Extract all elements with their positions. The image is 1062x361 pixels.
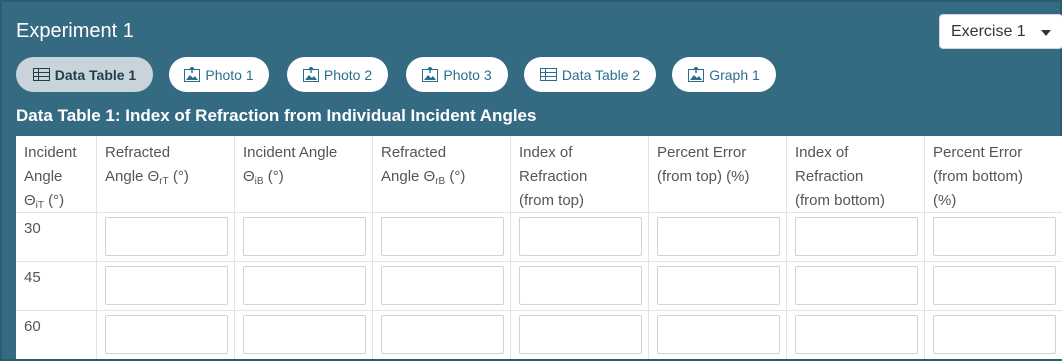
data-table: Incident Angle ΘiT (°) 30 45 60 Refracted Angle… bbox=[16, 136, 1062, 359]
header-line: Incident Angle bbox=[243, 144, 338, 161]
tab-photo-2[interactable]: Photo 2 bbox=[287, 57, 388, 92]
header-symbol-line: ΘiB (°) bbox=[243, 165, 364, 189]
theta-symbol: Θ bbox=[147, 168, 160, 185]
table-cell-input[interactable] bbox=[243, 217, 366, 256]
column-header: Incident Angle ΘiT (°) bbox=[16, 136, 96, 212]
header-symbol-line: Angle ΘrT (°) bbox=[105, 165, 226, 189]
theta-symbol: Θ bbox=[423, 168, 436, 185]
tab-photo-3[interactable]: Photo 3 bbox=[406, 57, 508, 92]
tab-graph-1[interactable]: Graph 1 bbox=[672, 57, 776, 92]
header-line: Percent Error bbox=[933, 144, 1023, 161]
header-line: Angle bbox=[24, 168, 63, 185]
header-prefix: Angle bbox=[381, 168, 424, 185]
tab-label: Photo 1 bbox=[205, 66, 254, 83]
table-cell-input[interactable] bbox=[381, 315, 504, 354]
column-header: Percent Error (from top) (%) bbox=[649, 136, 786, 212]
header-line: (from bottom) bbox=[933, 168, 1024, 185]
table-cell-input[interactable] bbox=[933, 217, 1056, 256]
table-cell-input[interactable] bbox=[933, 266, 1056, 305]
exercise-select-value: Exercise 1 bbox=[951, 22, 1026, 40]
table-cell-input[interactable] bbox=[381, 266, 504, 305]
table-icon bbox=[32, 68, 50, 81]
tab-label: Data Table 2 bbox=[561, 66, 641, 83]
photo-icon bbox=[688, 67, 705, 82]
column-header: Index of Refraction (from bottom) bbox=[787, 136, 924, 212]
header-line: Index of bbox=[519, 144, 573, 161]
header-unit: (°) bbox=[445, 168, 466, 185]
tab-data-table-2[interactable]: Data Table 2 bbox=[524, 57, 656, 92]
table-column: Percent Error (from bottom) (%) bbox=[924, 136, 1062, 359]
table-column: Incident Angle ΘiB (°) bbox=[234, 136, 372, 359]
table-cell-input[interactable] bbox=[657, 217, 780, 256]
header-line: Index of bbox=[795, 144, 849, 161]
table-column: Incident Angle ΘiT (°) 30 45 60 bbox=[16, 136, 96, 359]
table-cell-input[interactable] bbox=[657, 266, 780, 305]
header-line: Refracted bbox=[381, 144, 447, 161]
caret-down-icon bbox=[1041, 30, 1051, 36]
table-cell-input[interactable] bbox=[105, 315, 228, 354]
photo-icon bbox=[184, 67, 201, 82]
table-cell-input[interactable] bbox=[657, 315, 780, 354]
table-title: Data Table 1: Index of Refraction from I… bbox=[16, 106, 537, 125]
header-subscript: rB bbox=[435, 176, 446, 187]
column-header: Refracted Angle ΘrB (°) bbox=[373, 136, 510, 212]
table-column: Refracted Angle ΘrB (°) bbox=[372, 136, 510, 359]
tab-label: Data Table 1 bbox=[54, 66, 137, 83]
header-subscript: rT bbox=[159, 176, 169, 187]
header-unit: (°) bbox=[168, 168, 189, 185]
table-cell-input[interactable] bbox=[519, 266, 642, 305]
header-line: (%) bbox=[933, 192, 957, 209]
photo-icon bbox=[422, 67, 439, 82]
table-cell-input[interactable] bbox=[519, 315, 642, 354]
table-cell-input[interactable] bbox=[105, 217, 228, 256]
header-subscript: iB bbox=[254, 176, 264, 187]
table-cell-input[interactable] bbox=[795, 217, 918, 256]
header-symbol-line: Angle ΘrB (°) bbox=[381, 165, 502, 189]
column-header: Refracted Angle ΘrT (°) bbox=[97, 136, 234, 212]
experiment-panel: Experiment 1 Exercise 1 Data Table 1 Phot… bbox=[0, 0, 1062, 361]
incident-angle-value: 45 bbox=[24, 269, 41, 286]
table-cell-input[interactable] bbox=[519, 217, 642, 256]
column-header: Incident Angle ΘiB (°) bbox=[235, 136, 372, 212]
column-header: Percent Error (from bottom) (%) bbox=[925, 136, 1062, 212]
header-line: Refracted bbox=[105, 144, 171, 161]
header-line: Percent Error bbox=[657, 144, 747, 161]
table-icon bbox=[539, 68, 557, 81]
table-cell-input[interactable] bbox=[243, 266, 366, 305]
exercise-select[interactable]: Exercise 1 bbox=[939, 14, 1062, 49]
table-cell-input[interactable] bbox=[933, 315, 1056, 354]
header-symbol-line: ΘiT (°) bbox=[24, 189, 88, 213]
header-line: Refraction bbox=[795, 168, 864, 185]
header-line: (from bottom) bbox=[795, 192, 886, 209]
table-cell-input[interactable] bbox=[381, 217, 504, 256]
table-column: Percent Error (from top) (%) bbox=[648, 136, 786, 359]
tab-label: Graph 1 bbox=[709, 66, 760, 83]
incident-angle-value: 60 bbox=[24, 318, 41, 335]
tab-label: Photo 2 bbox=[323, 66, 373, 83]
table-column: Refracted Angle ΘrT (°) bbox=[96, 136, 234, 359]
header-line: Refraction bbox=[519, 168, 588, 185]
header-unit: (°) bbox=[263, 168, 284, 185]
header-line: (from top) (%) bbox=[657, 168, 750, 185]
tab-data-table-1[interactable]: Data Table 1 bbox=[16, 57, 153, 92]
photo-icon bbox=[302, 67, 319, 82]
experiment-title: Experiment 1 bbox=[16, 20, 134, 42]
column-header: Index of Refraction (from top) bbox=[511, 136, 648, 212]
table-cell-input[interactable] bbox=[243, 315, 366, 354]
incident-angle-value: 30 bbox=[24, 220, 41, 237]
header-unit: (°) bbox=[44, 192, 65, 209]
theta-symbol: Θ bbox=[24, 192, 36, 209]
header-prefix: Angle bbox=[105, 168, 148, 185]
header-line: (from top) bbox=[519, 192, 585, 209]
theta-symbol: Θ bbox=[243, 168, 255, 185]
tab-label: Photo 3 bbox=[443, 66, 492, 83]
header-subscript: iT bbox=[35, 200, 45, 211]
header-line: Incident bbox=[24, 144, 77, 161]
table-cell-input[interactable] bbox=[105, 266, 228, 305]
table-column: Index of Refraction (from top) bbox=[510, 136, 648, 359]
table-cell-input[interactable] bbox=[795, 266, 918, 305]
table-column: Index of Refraction (from bottom) bbox=[786, 136, 924, 359]
tab-photo-1[interactable]: Photo 1 bbox=[169, 57, 269, 92]
table-cell-input[interactable] bbox=[795, 315, 918, 354]
